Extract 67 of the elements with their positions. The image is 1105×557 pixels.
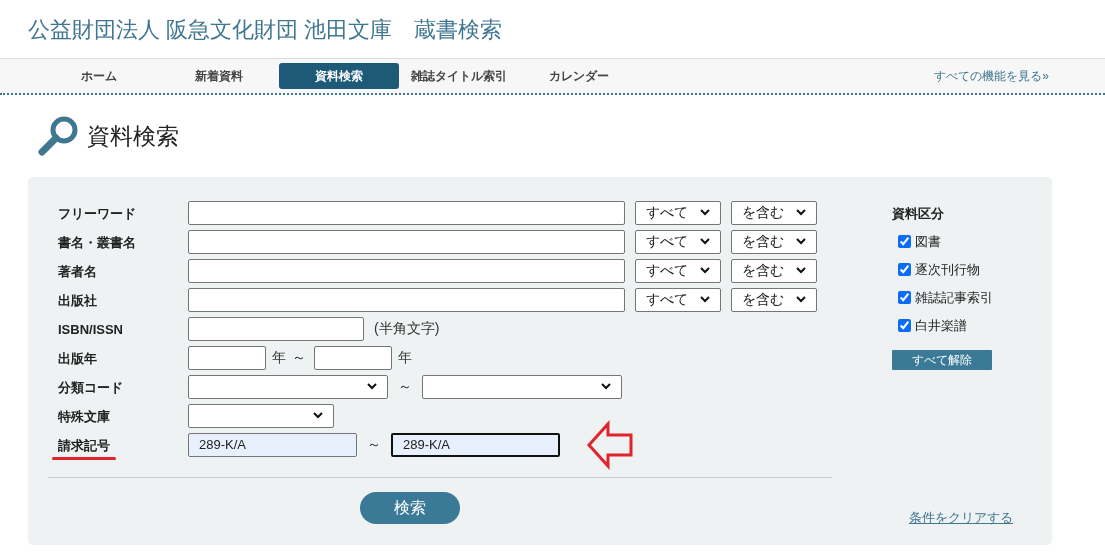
nav-tab[interactable]: 新着資料 — [159, 63, 279, 89]
nav-tab[interactable]: ホーム — [39, 63, 159, 89]
field-label: 特殊文庫 — [58, 408, 110, 424]
checkbox-label: 逐次刊行物 — [915, 260, 980, 279]
category-checkbox[interactable] — [898, 235, 911, 248]
search-icon — [37, 115, 79, 157]
code-select[interactable] — [188, 374, 388, 399]
field-label: 書名・叢書名 — [58, 234, 136, 250]
scope-select[interactable]: すべて — [635, 258, 721, 283]
chevron-icon — [313, 412, 323, 419]
scope-select[interactable]: すべて — [635, 229, 721, 254]
chevron-icon — [796, 238, 806, 245]
match-select[interactable]: を含む — [731, 258, 817, 283]
note-text: (半角文字) — [374, 319, 440, 338]
text-field[interactable] — [188, 345, 266, 370]
range-separator: ～ — [292, 348, 306, 367]
field-label: フリーワード — [58, 205, 136, 221]
nav-tab[interactable]: 雑誌タイトル索引 — [399, 63, 519, 89]
chevron-icon — [796, 267, 806, 274]
category-checkbox[interactable] — [898, 263, 911, 276]
field-label: 出版社 — [58, 292, 97, 308]
text-field[interactable] — [188, 229, 625, 254]
chevron-icon — [796, 209, 806, 216]
checkbox-label: 白井楽譜 — [915, 316, 967, 335]
unit-text: 年 — [398, 348, 412, 367]
clear-all-button[interactable]: すべて解除 — [892, 349, 992, 370]
search-button[interactable]: 検索 — [360, 492, 460, 524]
scope-select[interactable]: すべて — [635, 200, 721, 225]
category-title: 資料区分 — [892, 205, 945, 223]
nav-tab[interactable]: カレンダー — [519, 63, 639, 89]
chevron-icon — [700, 296, 710, 303]
chevron-icon — [367, 383, 377, 390]
text-field[interactable] — [188, 200, 625, 225]
scope-select[interactable]: すべて — [635, 287, 721, 312]
page-title: 資料検索 — [87, 121, 179, 151]
clear-conditions-link[interactable]: 条件をクリアする — [909, 507, 1013, 527]
field-label: 著者名 — [58, 263, 97, 279]
field-label: 請求記号 — [58, 437, 110, 453]
chevron-icon — [700, 209, 710, 216]
range-separator: ～ — [367, 435, 381, 454]
text-field[interactable]: 289-K/A — [391, 432, 560, 457]
text-field[interactable] — [188, 287, 625, 312]
site-title: 公益財団法人 阪急文化財団 池田文庫 蔵書検索 — [28, 15, 503, 44]
field-label: 分類コード — [58, 379, 123, 395]
chevron-icon — [796, 296, 806, 303]
unit-text: 年 — [272, 348, 286, 367]
text-field[interactable] — [188, 316, 364, 341]
field-label: 出版年 — [58, 350, 97, 366]
category-checkbox[interactable] — [898, 291, 911, 304]
all-features-link[interactable]: すべての機能を見る» — [934, 67, 1049, 85]
text-field[interactable] — [314, 345, 392, 370]
text-field[interactable] — [188, 258, 625, 283]
category-checkbox[interactable] — [898, 319, 911, 332]
chevron-icon — [700, 238, 710, 245]
checkbox-label: 図書 — [915, 232, 941, 251]
match-select[interactable]: を含む — [731, 287, 817, 312]
nav-tab[interactable]: 資料検索 — [279, 63, 399, 89]
field-label: ISBN/ISSN — [58, 321, 123, 337]
chevron-icon — [700, 267, 710, 274]
checkbox-label: 雑誌記事索引 — [915, 288, 993, 307]
text-field[interactable]: 289-K/A — [188, 432, 357, 457]
match-select[interactable]: を含む — [731, 229, 817, 254]
match-select[interactable]: を含む — [731, 200, 817, 225]
range-separator: ～ — [398, 377, 412, 396]
code-select[interactable] — [422, 374, 622, 399]
collection-select[interactable] — [188, 403, 334, 428]
chevron-icon — [601, 383, 611, 390]
